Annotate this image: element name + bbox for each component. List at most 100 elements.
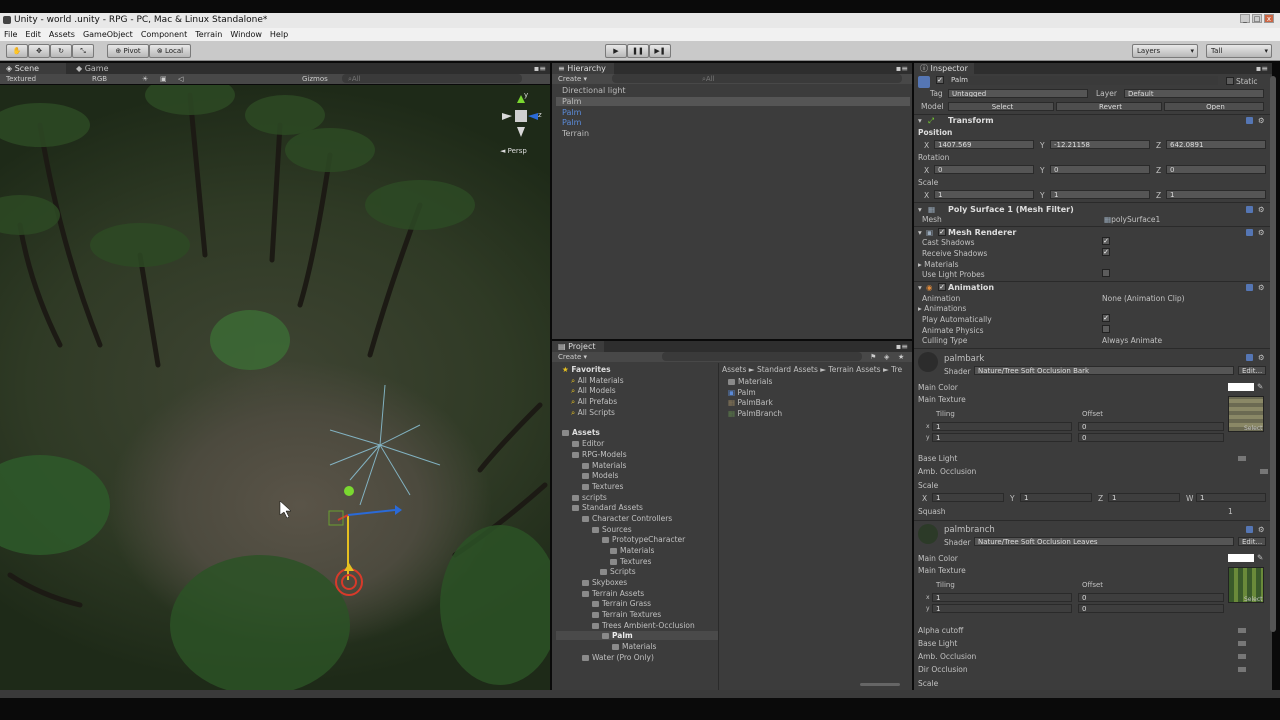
amb-occlusion-slider[interactable] <box>1238 654 1246 659</box>
project-folder[interactable]: Textures <box>610 557 651 566</box>
rotation-y-field[interactable]: 0 <box>1050 165 1150 174</box>
panel-menu-icon[interactable]: ▪≡ <box>896 341 908 352</box>
menu-file[interactable]: File <box>4 28 17 41</box>
component-help-icon[interactable] <box>1246 284 1253 291</box>
palmbranch-shader-dropdown[interactable]: Nature/Tree Soft Occlusion Leaves <box>974 537 1234 546</box>
dir-occlusion-slider[interactable] <box>1238 667 1246 672</box>
asset-item[interactable]: ▦ PalmBranch <box>728 409 782 418</box>
hand-tool-button[interactable]: ✋ <box>6 44 28 58</box>
position-z-field[interactable]: 642.0891 <box>1166 140 1266 149</box>
model-select-button[interactable]: Select <box>948 102 1054 111</box>
tab-hierarchy[interactable]: ≡ Hierarchy <box>552 63 614 74</box>
pivot-toggle[interactable]: ⊕ Pivot <box>107 44 149 58</box>
position-y-field[interactable]: -12.21158 <box>1050 140 1150 149</box>
palmbark-scale-y[interactable]: 1 <box>1020 493 1092 502</box>
component-help-icon[interactable] <box>1246 229 1253 236</box>
scene-search-input[interactable]: ⌕All <box>342 74 522 83</box>
inspector-scrollbar[interactable] <box>1270 76 1276 632</box>
project-folder[interactable]: Textures <box>582 482 623 491</box>
render-mode-dropdown[interactable]: Textured <box>6 74 36 84</box>
palmbark-scale-z[interactable]: 1 <box>1108 493 1180 502</box>
menu-edit[interactable]: Edit <box>25 28 41 41</box>
static-checkbox[interactable] <box>1226 77 1234 85</box>
palmbark-scale-x[interactable]: 1 <box>932 493 1004 502</box>
palmbranch-select-button[interactable]: Select <box>1244 596 1263 603</box>
maximize-button[interactable]: □ <box>1252 14 1262 23</box>
project-folder[interactable]: Terrain Grass <box>592 599 651 608</box>
palmbark-tiling-y[interactable]: 1 <box>932 433 1072 442</box>
cast-shadows-checkbox[interactable]: ✓ <box>1102 237 1110 245</box>
color-mode-dropdown[interactable]: RGB <box>92 74 107 84</box>
project-folder[interactable]: Water (Pro Only) <box>582 653 654 662</box>
culling-type-dropdown[interactable]: Always Animate <box>1102 336 1162 345</box>
palmbark-scale-w[interactable]: 1 <box>1196 493 1266 502</box>
favorites-header[interactable]: ★ Favorites <box>562 365 611 374</box>
project-folder-selected[interactable]: Palm <box>556 631 718 640</box>
eyedropper-icon[interactable]: ✎ <box>1257 553 1263 562</box>
project-folder-assets[interactable]: Assets <box>562 428 600 437</box>
base-light-slider[interactable] <box>1238 641 1246 646</box>
object-active-checkbox[interactable]: ✓ <box>936 76 944 84</box>
hierarchy-item-palm[interactable]: Palm <box>562 118 581 127</box>
hierarchy-item-directional-light[interactable]: Directional light <box>562 86 626 95</box>
project-folder[interactable]: Materials <box>612 642 656 651</box>
project-folder[interactable]: Terrain Textures <box>592 610 661 619</box>
project-folder[interactable]: Sources <box>592 525 632 534</box>
favorite-all-scripts[interactable]: ⌕ All Scripts <box>571 408 615 418</box>
project-folder[interactable]: PrototypeCharacter <box>602 535 685 544</box>
project-folder[interactable]: Character Controllers <box>582 514 672 523</box>
hierarchy-search-input[interactable]: ⌕All <box>612 74 902 83</box>
asset-item[interactable]: ▦ PalmBark <box>728 398 773 407</box>
step-button[interactable]: ▶❚ <box>649 44 671 58</box>
panel-menu-icon[interactable]: ▪≡ <box>896 63 908 74</box>
asset-item[interactable]: Materials <box>728 377 772 386</box>
palmbranch-tiling-x[interactable]: 1 <box>932 593 1072 602</box>
project-folder[interactable]: Scripts <box>600 567 636 576</box>
menu-component[interactable]: Component <box>141 28 187 41</box>
palmbark-color-swatch[interactable] <box>1228 383 1254 391</box>
receive-shadows-checkbox[interactable]: ✓ <box>1102 248 1110 256</box>
minimize-button[interactable]: _ <box>1240 14 1250 23</box>
palmbark-edit-button[interactable]: Edit... <box>1238 366 1266 375</box>
favorite-all-prefabs[interactable]: ⌕ All Prefabs <box>571 397 617 407</box>
rotate-tool-button[interactable]: ↻ <box>50 44 72 58</box>
tab-inspector[interactable]: ⓘ Inspector <box>914 63 974 74</box>
palmbranch-color-swatch[interactable] <box>1228 554 1254 562</box>
move-tool-button[interactable]: ✥ <box>28 44 50 58</box>
squash-value[interactable]: 1 <box>1228 507 1233 516</box>
project-folder[interactable]: scripts <box>572 493 607 502</box>
image-toggle-icon[interactable]: ▣ <box>160 74 167 84</box>
component-help-icon[interactable] <box>1246 354 1253 361</box>
menu-help[interactable]: Help <box>270 28 288 41</box>
rotation-z-field[interactable]: 0 <box>1166 165 1266 174</box>
project-folder[interactable]: RPG-Models <box>572 450 627 459</box>
component-help-icon[interactable] <box>1246 526 1253 533</box>
palmbark-offset-x[interactable]: 0 <box>1078 422 1224 431</box>
project-folder[interactable]: Standard Assets <box>572 503 643 512</box>
panel-menu-icon[interactable]: ▪≡ <box>1256 63 1268 74</box>
hierarchy-item-palm[interactable]: Palm <box>562 108 581 117</box>
scale-y-field[interactable]: 1 <box>1050 190 1150 199</box>
model-open-button[interactable]: Open <box>1164 102 1264 111</box>
foldout-arrow-icon[interactable]: ▾ <box>918 283 922 292</box>
mesh-object-field[interactable]: ▦polySurface1 <box>1104 215 1160 224</box>
gear-icon[interactable]: ⚙ <box>1258 353 1265 362</box>
foldout-arrow-icon[interactable]: ▾ <box>918 205 922 214</box>
local-toggle[interactable]: ⊗ Local <box>149 44 191 58</box>
use-light-probes-checkbox[interactable] <box>1102 269 1110 277</box>
project-folder[interactable]: Editor <box>572 439 604 448</box>
hierarchy-create-dropdown[interactable]: Create ▾ <box>558 74 587 84</box>
layout-dropdown[interactable]: Tall ▾ <box>1206 44 1272 58</box>
tab-project[interactable]: ▤ Project <box>552 341 604 352</box>
palmbark-tiling-x[interactable]: 1 <box>932 422 1072 431</box>
layers-dropdown[interactable]: Layers ▾ <box>1132 44 1198 58</box>
play-button[interactable]: ▶ <box>605 44 627 58</box>
tab-scene[interactable]: ◈ Scene <box>0 63 66 74</box>
favorite-all-models[interactable]: ⌕ All Models <box>571 386 616 396</box>
animations-foldout[interactable]: ▸ Animations <box>918 304 966 313</box>
mesh-renderer-enabled-checkbox[interactable]: ✓ <box>938 228 946 236</box>
panel-menu-icon[interactable]: ▪≡ <box>534 63 546 74</box>
hierarchy-item-terrain[interactable]: Terrain <box>562 129 589 138</box>
project-search-input[interactable] <box>662 352 862 361</box>
project-breadcrumb[interactable]: Assets ► Standard Assets ► Terrain Asset… <box>722 365 910 374</box>
